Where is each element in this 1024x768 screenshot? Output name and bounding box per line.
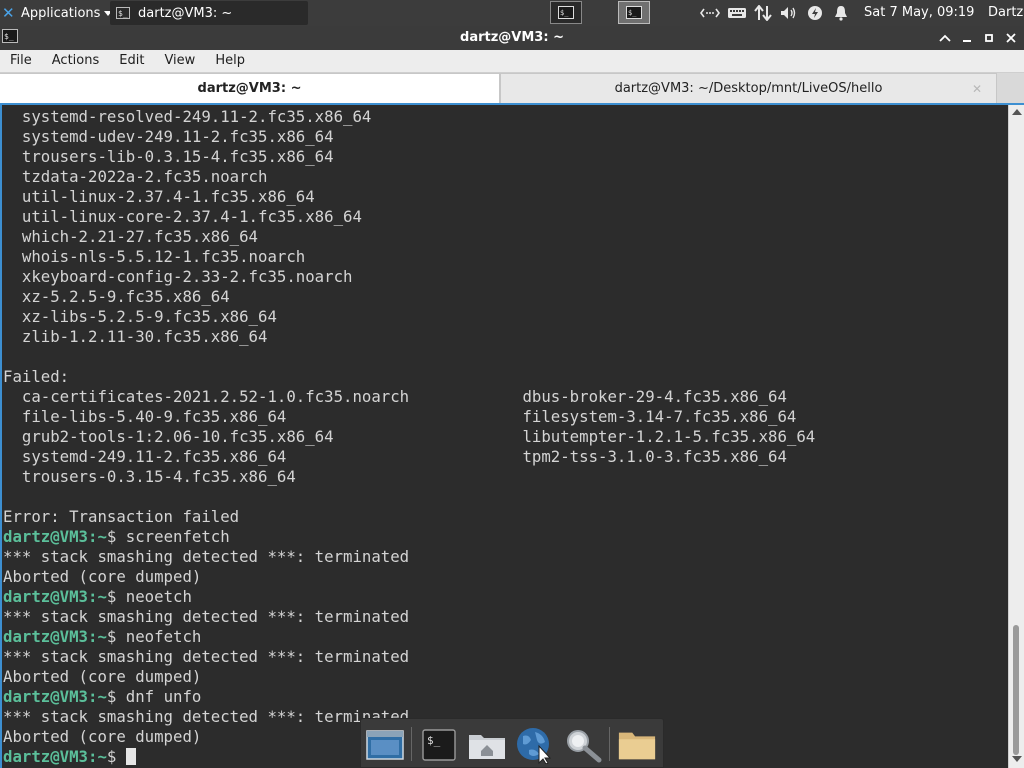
- workspace-window-icon: $_: [626, 6, 642, 19]
- terminal-prompt-line: dartz@VM3:~$ screenfetch: [3, 527, 230, 547]
- terminal-output-line: systemd-resolved-249.11-2.fc35.x86_64: [3, 107, 372, 126]
- shell-prompt: dartz@VM3:~: [3, 527, 107, 546]
- scroll-up-icon[interactable]: [1012, 109, 1022, 115]
- shell-command: $ dnf unfo: [106, 687, 202, 706]
- shell-prompt: dartz@VM3:~: [3, 587, 107, 606]
- maximize-up-icon[interactable]: [934, 26, 956, 50]
- terminal-prompt-line: dartz@VM3:~$ neoetch: [3, 587, 192, 607]
- terminal-output-line: tzdata-2022a-2.fc35.noarch: [3, 167, 268, 186]
- terminal-output-line: trousers-0.3.15-4.fc35.x86_64: [3, 467, 296, 486]
- terminal-output-line: xz-libs-5.2.5-9.fc35.x86_64: [3, 307, 277, 326]
- terminal-scrollbar[interactable]: [1008, 105, 1024, 768]
- tab-label: dartz@VM3: ~/Desktop/mnt/LiveOS/hello: [614, 81, 883, 96]
- terminal-output-line: Aborted (core dumped): [3, 567, 202, 586]
- tab-liveos-hello[interactable]: dartz@VM3: ~/Desktop/mnt/LiveOS/hello ✕: [500, 73, 997, 103]
- transfer-arrows-icon[interactable]: [752, 0, 774, 26]
- shell-prompt: dartz@VM3:~: [3, 747, 107, 766]
- shell-command: $ screenfetch: [106, 527, 230, 546]
- close-icon[interactable]: [1000, 26, 1022, 50]
- shell-command: $ neoetch: [106, 587, 192, 606]
- applications-menu[interactable]: ✕ Applications: [2, 0, 113, 26]
- terminal-output-line: zlib-1.2.11-30.fc35.x86_64: [3, 327, 268, 346]
- terminal-output-line: *** stack smashing detected ***: termina…: [3, 647, 410, 666]
- terminal-output-line: systemd-udev-249.11-2.fc35.x86_64: [3, 127, 334, 146]
- scrollbar-thumb[interactable]: [1013, 625, 1019, 755]
- terminal-output-line: trousers-lib-0.3.15-4.fc35.x86_64: [3, 147, 334, 166]
- shell-command: $: [106, 747, 126, 766]
- terminal-output-line: Aborted (core dumped): [3, 727, 202, 746]
- workspace-2[interactable]: $_: [618, 1, 650, 24]
- terminal-output-line: *** stack smashing detected ***: termina…: [3, 607, 410, 626]
- menu-view[interactable]: View: [154, 50, 205, 72]
- menu-file[interactable]: File: [0, 50, 42, 72]
- shell-prompt: dartz@VM3:~: [3, 687, 107, 706]
- network-icon[interactable]: [698, 0, 722, 26]
- terminal-icon[interactable]: $_: [419, 725, 459, 765]
- workspace-1[interactable]: $_: [550, 1, 582, 24]
- terminal-prompt-line: dartz@VM3:~$: [3, 747, 136, 767]
- terminal-output-line: grub2-tools-1:2.06-10.fc35.x86_64 libute…: [3, 427, 816, 446]
- user-menu[interactable]: Dartz: [988, 0, 1023, 26]
- terminal-output-line: util-linux-core-2.37.4-1.fc35.x86_64: [3, 207, 362, 226]
- terminal-output-line: *** stack smashing detected ***: termina…: [3, 547, 410, 566]
- taskbar-button-terminal[interactable]: $_ dartz@VM3: ~: [110, 1, 308, 25]
- terminal-output-line: Aborted (core dumped): [3, 667, 202, 686]
- menu-actions[interactable]: Actions: [42, 50, 110, 72]
- tab-home[interactable]: dartz@VM3: ~: [0, 73, 500, 103]
- shell-prompt: dartz@VM3:~: [3, 627, 107, 646]
- keyboard-icon[interactable]: [726, 0, 748, 26]
- dock: $_: [360, 718, 664, 768]
- terminal-output-line: ca-certificates-2021.2.52-1.0.fc35.noarc…: [3, 387, 787, 406]
- scroll-down-icon[interactable]: [1012, 756, 1022, 762]
- dock-separator: [609, 727, 610, 761]
- terminal-output-line: Failed:: [3, 367, 70, 386]
- terminal-output-line: xz-5.2.5-9.fc35.x86_64: [3, 287, 230, 306]
- minimize-icon[interactable]: [956, 26, 978, 50]
- terminal-output-line: file-libs-5.40-9.fc35.x86_64 filesystem-…: [3, 407, 797, 426]
- web-browser-icon[interactable]: [515, 725, 555, 765]
- terminal-output[interactable]: systemd-resolved-249.11-2.fc35.x86_64 sy…: [0, 105, 1008, 768]
- workspace-window-icon: $_: [558, 6, 574, 19]
- tab-close-icon[interactable]: ✕: [972, 74, 982, 104]
- terminal-output-line: whois-nls-5.5.12-1.fc35.noarch: [3, 247, 306, 266]
- menu-edit[interactable]: Edit: [109, 50, 154, 72]
- power-icon[interactable]: [804, 0, 826, 26]
- text-cursor: [125, 748, 136, 765]
- tab-bar: dartz@VM3: ~ dartz@VM3: ~/Desktop/mnt/Li…: [0, 73, 1024, 105]
- volume-icon[interactable]: [778, 0, 800, 26]
- app-finder-icon[interactable]: [563, 725, 603, 765]
- applications-label: Applications: [21, 5, 101, 21]
- dock-separator: [411, 727, 412, 761]
- clock[interactable]: Sat 7 May, 09:19: [864, 0, 974, 26]
- xfce-logo-icon: ✕: [2, 4, 15, 22]
- terminal-output-line: util-linux-2.37.4-1.fc35.x86_64: [3, 187, 315, 206]
- terminal-output-line: *** stack smashing detected ***: termina…: [3, 707, 410, 726]
- window-titlebar[interactable]: $_ dartz@VM3: ~: [0, 26, 1024, 50]
- terminal-output-line: systemd-249.11-2.fc35.x86_64 tpm2-tss-3.…: [3, 447, 787, 466]
- menubar: File Actions Edit View Help: [0, 50, 1024, 73]
- home-folder-icon[interactable]: [467, 725, 507, 765]
- top-panel: ✕ Applications $_ dartz@VM3: ~ $_ $_ Sat…: [0, 0, 1024, 26]
- svg-text:$_: $_: [427, 734, 441, 747]
- taskbar-button-label: dartz@VM3: ~: [138, 5, 233, 21]
- maximize-icon[interactable]: [978, 26, 1000, 50]
- terminal-prompt-line: dartz@VM3:~$ dnf unfo: [3, 687, 201, 707]
- shell-command: $ neofetch: [106, 627, 202, 646]
- terminal-icon: $_: [116, 7, 130, 19]
- show-desktop-icon[interactable]: [365, 725, 405, 765]
- files-icon[interactable]: [617, 725, 657, 765]
- terminal-output-line: xkeyboard-config-2.33-2.fc35.noarch: [3, 267, 353, 286]
- notification-bell-icon[interactable]: [830, 0, 852, 26]
- menu-help[interactable]: Help: [205, 50, 255, 72]
- window-title: dartz@VM3: ~: [460, 30, 564, 45]
- terminal-output-line: Error: Transaction failed: [3, 507, 240, 526]
- terminal-prompt-line: dartz@VM3:~$ neofetch: [3, 627, 201, 647]
- terminal-output-line: which-2.21-27.fc35.x86_64: [3, 227, 259, 246]
